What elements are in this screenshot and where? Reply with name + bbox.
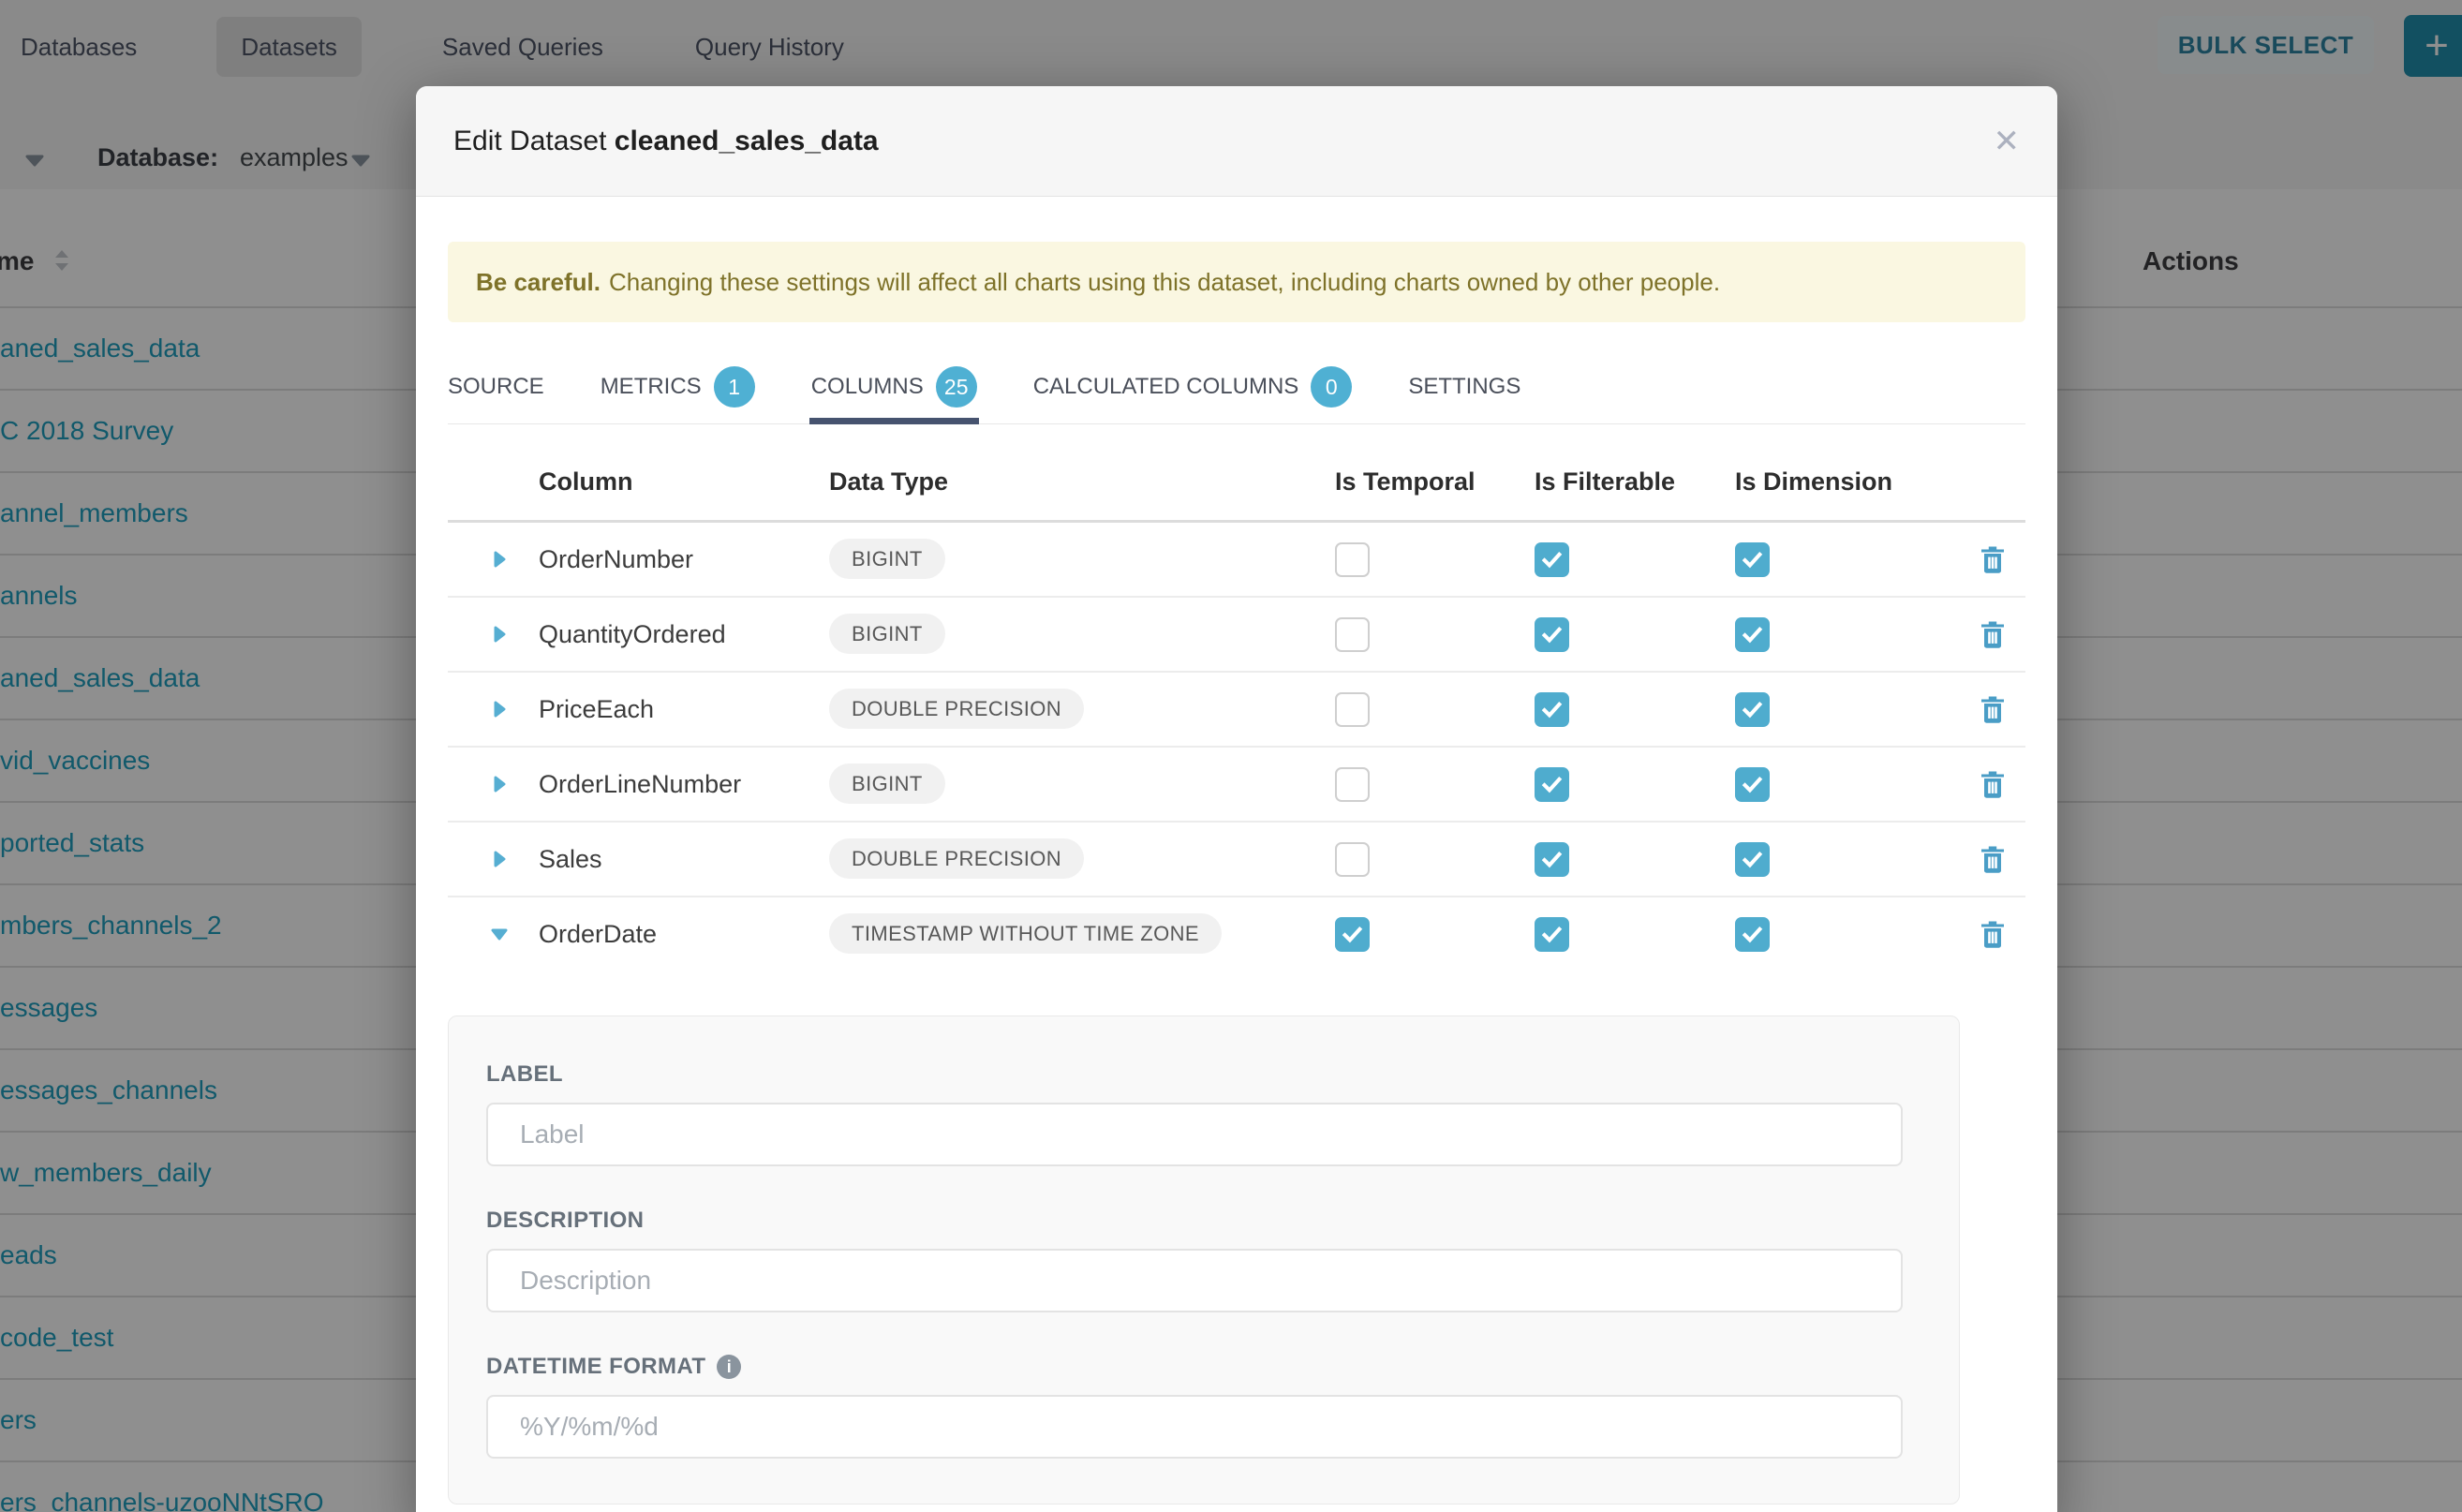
tab-count-badge: 25 — [936, 366, 977, 408]
is-filterable-checkbox[interactable] — [1535, 917, 1569, 952]
is-dimension-checkbox[interactable] — [1735, 617, 1770, 652]
is-temporal-checkbox[interactable] — [1335, 917, 1370, 952]
is-dimension-checkbox[interactable] — [1735, 917, 1770, 952]
delete-column-trash-icon[interactable] — [1976, 842, 2010, 876]
is-temporal-checkbox[interactable] — [1335, 767, 1370, 802]
header-is-filterable: Is Filterable — [1535, 467, 1735, 497]
data-type-pill: DOUBLE PRECISION — [829, 689, 1084, 729]
close-icon[interactable]: ✕ — [1994, 126, 2021, 157]
label-input[interactable] — [486, 1103, 1903, 1166]
tab-calculated-columns[interactable]: CALCULATED COLUMNS 0 — [1033, 350, 1353, 423]
modal-body: Be careful. Changing these settings will… — [416, 242, 2057, 1505]
is-temporal-checkbox[interactable] — [1335, 842, 1370, 877]
expand-caret-icon[interactable] — [489, 774, 539, 794]
column-name: Sales — [539, 845, 829, 874]
tab-source[interactable]: SOURCE — [448, 350, 544, 423]
label-field-label: LABEL — [486, 1061, 1921, 1088]
warning-banner: Be careful. Changing these settings will… — [448, 242, 2025, 322]
is-filterable-checkbox[interactable] — [1535, 842, 1569, 877]
column-name: PriceEach — [539, 695, 829, 724]
header-column: Column — [539, 467, 829, 497]
columns-table: Column Data Type Is Temporal Is Filterab… — [448, 443, 2025, 971]
columns-table-header: Column Data Type Is Temporal Is Filterab… — [448, 443, 2025, 523]
column-row-sales: SalesDOUBLE PRECISION — [448, 823, 2025, 897]
warning-bold: Be careful. — [476, 268, 601, 297]
info-icon[interactable]: i — [717, 1355, 741, 1379]
column-name: OrderLineNumber — [539, 770, 829, 799]
tab-label: COLUMNS — [811, 374, 924, 400]
tab-count-badge: 0 — [1311, 366, 1352, 408]
is-dimension-checkbox[interactable] — [1735, 542, 1770, 577]
delete-column-trash-icon[interactable] — [1976, 617, 2010, 651]
is-temporal-checkbox[interactable] — [1335, 692, 1370, 727]
is-dimension-checkbox[interactable] — [1735, 842, 1770, 877]
expand-caret-icon[interactable] — [489, 549, 539, 570]
data-type-pill: BIGINT — [829, 539, 945, 579]
header-is-temporal: Is Temporal — [1335, 467, 1535, 497]
tab-count-badge: 1 — [714, 366, 755, 408]
data-type-pill: DOUBLE PRECISION — [829, 838, 1084, 879]
is-filterable-checkbox[interactable] — [1535, 767, 1569, 802]
data-type-pill: BIGINT — [829, 614, 945, 654]
is-temporal-checkbox[interactable] — [1335, 617, 1370, 652]
columns-table-rows: OrderNumberBIGINT QuantityOrderedBIGINT … — [448, 523, 2025, 971]
column-row-orderdate: OrderDateTIMESTAMP WITHOUT TIME ZONE — [448, 897, 2025, 971]
expand-caret-icon[interactable] — [489, 849, 539, 869]
tab-metrics[interactable]: METRICS 1 — [601, 350, 755, 423]
modal-title: Edit Dataset cleaned_sales_data — [453, 126, 879, 157]
column-row-quantityordered: QuantityOrderedBIGINT — [448, 598, 2025, 673]
modal-tabs: SOURCE METRICS 1 COLUMNS 25 CALCULATED COLUMN… — [448, 350, 2025, 424]
column-name: OrderDate — [539, 920, 829, 949]
column-row-orderlinenumber: OrderLineNumberBIGINT — [448, 748, 2025, 823]
is-dimension-checkbox[interactable] — [1735, 692, 1770, 727]
is-dimension-checkbox[interactable] — [1735, 767, 1770, 802]
data-type-pill: BIGINT — [829, 763, 945, 804]
is-temporal-checkbox[interactable] — [1335, 542, 1370, 577]
description-field-label: DESCRIPTION — [486, 1208, 1921, 1234]
tab-label: CALCULATED COLUMNS — [1033, 374, 1299, 400]
warning-text: Changing these settings will affect all … — [609, 268, 1720, 297]
tab-settings[interactable]: SETTINGS — [1408, 350, 1520, 423]
header-is-dimension: Is Dimension — [1735, 467, 1960, 497]
delete-column-trash-icon[interactable] — [1976, 542, 2010, 576]
collapse-caret-icon[interactable] — [489, 924, 539, 944]
expand-caret-icon[interactable] — [489, 699, 539, 719]
datasets-page: DatabasesDatasetsSaved QueriesQuery Hist… — [0, 0, 2462, 1512]
modal-dataset-name: cleaned_sales_data — [615, 126, 879, 156]
is-filterable-checkbox[interactable] — [1535, 692, 1569, 727]
data-type-pill: TIMESTAMP WITHOUT TIME ZONE — [829, 913, 1222, 954]
column-detail-panel: LABEL DESCRIPTION DATETIME FORMAT i — [448, 1015, 1960, 1505]
tab-label: SETTINGS — [1408, 374, 1520, 400]
column-name: OrderNumber — [539, 545, 829, 574]
is-filterable-checkbox[interactable] — [1535, 617, 1569, 652]
header-data-type: Data Type — [829, 467, 1335, 497]
delete-column-trash-icon[interactable] — [1976, 767, 2010, 801]
tab-label: METRICS — [601, 374, 702, 400]
modal-title-prefix: Edit Dataset — [453, 126, 606, 156]
datetime-format-field-label: DATETIME FORMAT i — [486, 1354, 1921, 1380]
tab-columns[interactable]: COLUMNS 25 — [811, 350, 977, 423]
delete-column-trash-icon[interactable] — [1976, 917, 2010, 951]
edit-dataset-modal: Edit Dataset cleaned_sales_data ✕ Be car… — [416, 86, 2057, 1512]
modal-header: Edit Dataset cleaned_sales_data ✕ — [416, 86, 2057, 197]
column-row-ordernumber: OrderNumberBIGINT — [448, 523, 2025, 598]
datetime-format-input[interactable] — [486, 1395, 1903, 1459]
expand-caret-icon[interactable] — [489, 624, 539, 645]
delete-column-trash-icon[interactable] — [1976, 692, 2010, 726]
description-input[interactable] — [486, 1249, 1903, 1312]
is-filterable-checkbox[interactable] — [1535, 542, 1569, 577]
column-name: QuantityOrdered — [539, 620, 829, 649]
column-row-priceeach: PriceEachDOUBLE PRECISION — [448, 673, 2025, 748]
tab-label: SOURCE — [448, 374, 544, 400]
